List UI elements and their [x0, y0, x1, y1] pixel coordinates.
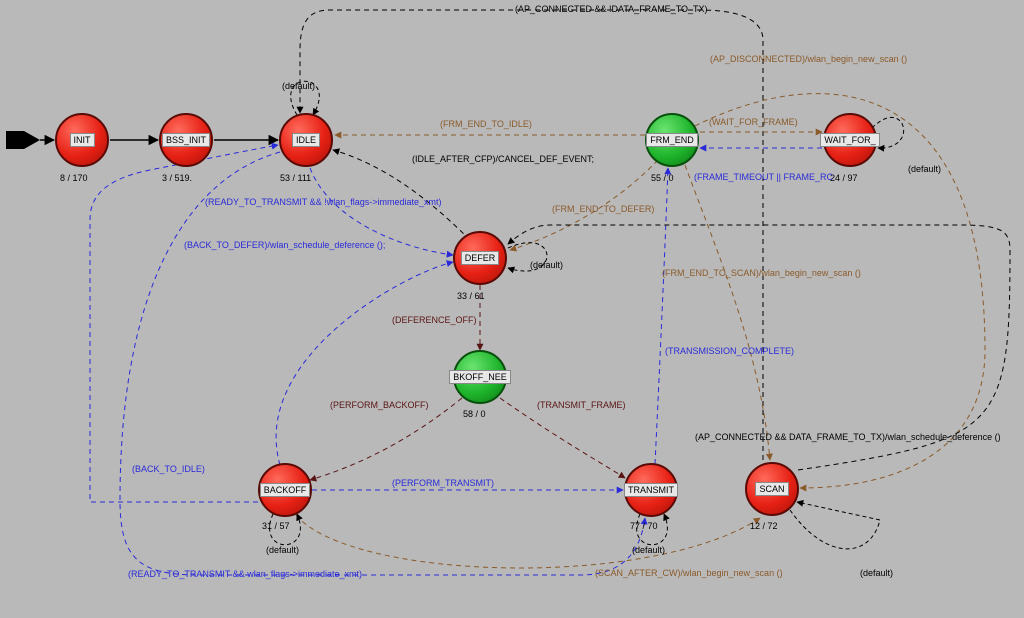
state-label: IDLE: [292, 133, 320, 147]
state-label: WAIT_FOR_: [820, 133, 879, 147]
state-label: BKOFF_NEE: [449, 370, 511, 384]
state-label: DEFER: [461, 251, 500, 265]
state-frm-end[interactable]: FRM_END: [645, 113, 699, 167]
state-label: BACKOFF: [260, 483, 311, 497]
state-idle[interactable]: IDLE: [279, 113, 333, 167]
state-info: 24 / 97: [830, 173, 858, 183]
state-info: 55 / 0: [651, 173, 674, 183]
state-info: 53 / 111: [280, 173, 311, 183]
state-info: 31 / 57: [262, 521, 290, 531]
state-info: 58 / 0: [463, 409, 486, 419]
state-label: FRM_END: [646, 133, 698, 147]
state-defer[interactable]: DEFER: [453, 231, 507, 285]
state-info: 8 / 170: [60, 173, 88, 183]
state-info: 77 / 70: [630, 521, 658, 531]
state-wait-for[interactable]: WAIT_FOR_: [823, 113, 877, 167]
state-label: BSS_INIT: [162, 133, 210, 147]
state-scan[interactable]: SCAN: [745, 462, 799, 516]
edges-layer: [0, 0, 1024, 618]
state-label: INIT: [70, 133, 95, 147]
state-bss-init[interactable]: BSS_INIT: [159, 113, 213, 167]
state-info: 12 / 72: [750, 521, 778, 531]
state-label: SCAN: [755, 482, 788, 496]
state-info: 3 / 519.: [162, 173, 192, 183]
state-label: TRANSMIT: [624, 483, 678, 497]
state-init[interactable]: INIT: [55, 113, 109, 167]
state-info: 33 / 61: [457, 291, 485, 301]
state-diagram-canvas[interactable]: INIT 8 / 170 BSS_INIT 3 / 519. IDLE 53 /…: [0, 0, 1024, 618]
start-marker-arrow: [24, 131, 40, 149]
start-marker-box: [6, 131, 24, 149]
state-transmit[interactable]: TRANSMIT: [624, 463, 678, 517]
state-bkoff-nee[interactable]: BKOFF_NEE: [453, 350, 507, 404]
state-backoff[interactable]: BACKOFF: [258, 463, 312, 517]
